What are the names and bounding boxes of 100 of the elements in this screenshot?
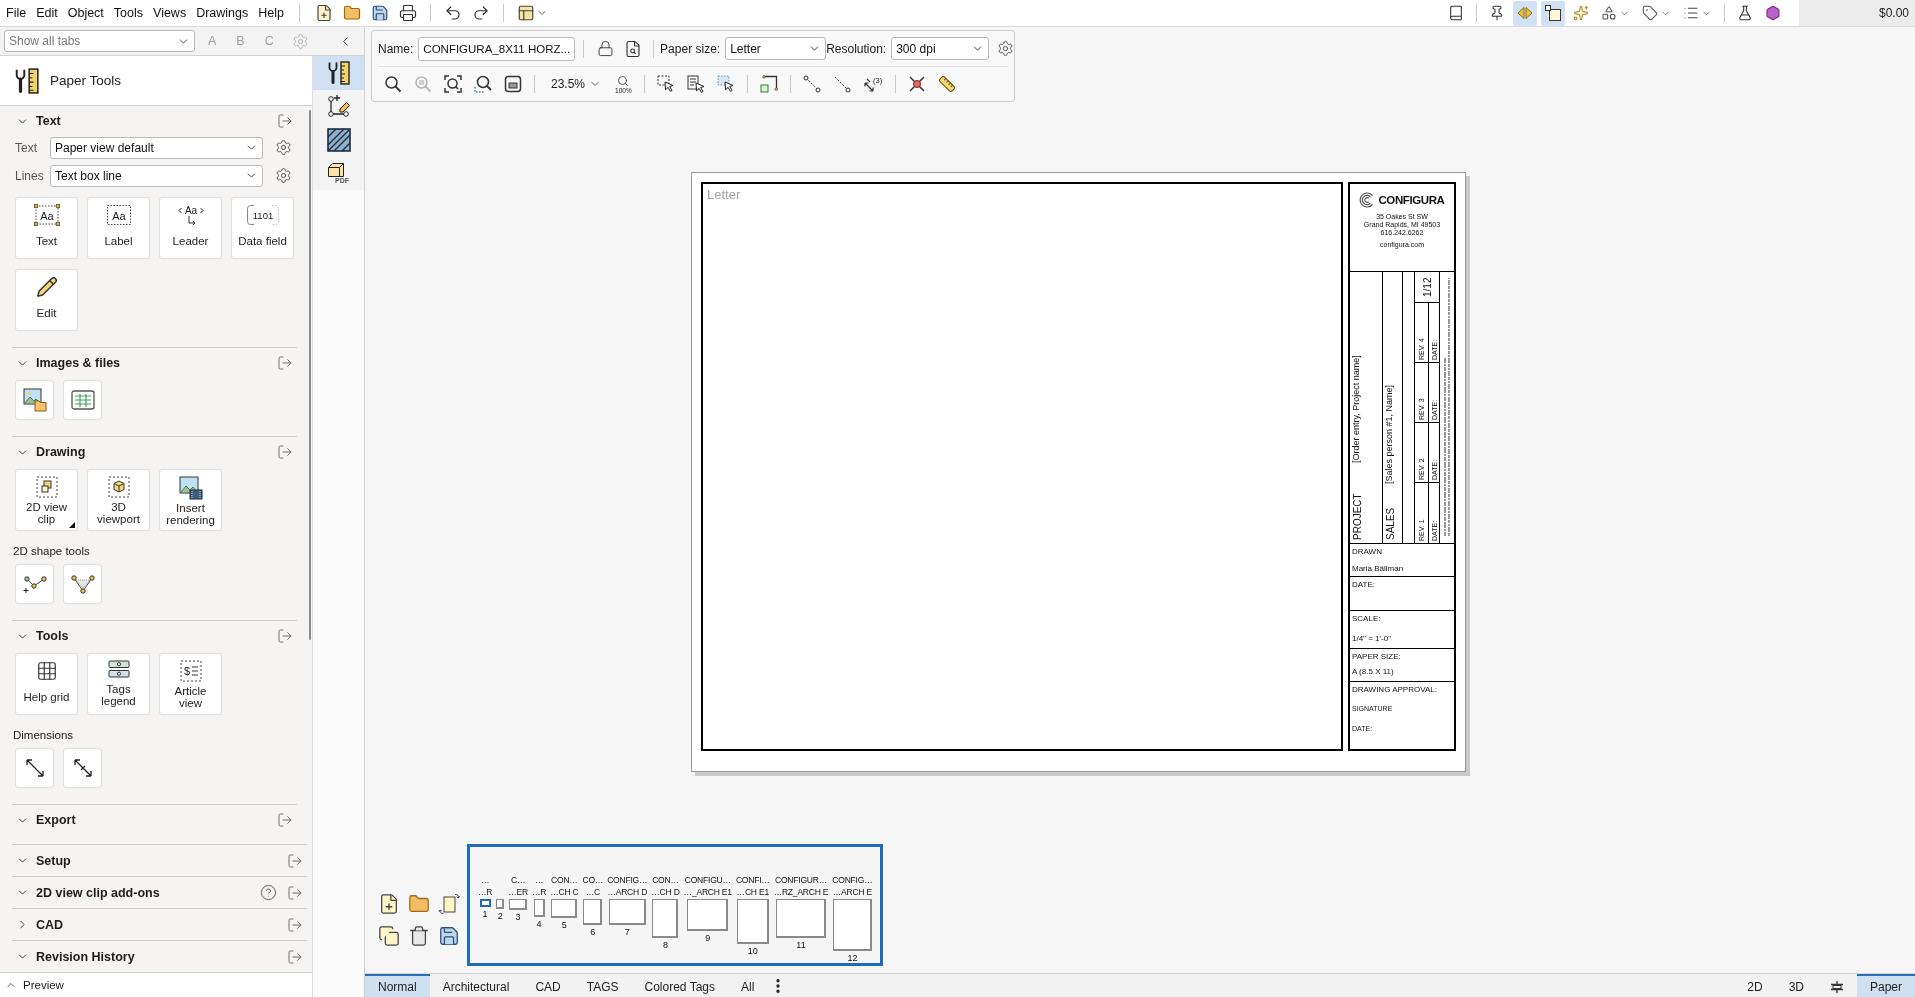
shapes-icon[interactable]	[1601, 5, 1617, 21]
preview-title[interactable]: Preview	[23, 979, 64, 991]
panel-layout-icon[interactable]	[517, 4, 535, 22]
paper-tools-tab[interactable]	[313, 56, 364, 90]
sheet-tab[interactable]: Colored Tags	[631, 974, 728, 997]
text-tool-button[interactable]: Aa Text	[15, 197, 78, 259]
section-title[interactable]: Setup	[36, 853, 71, 868]
sheet-thumbnail[interactable]	[509, 899, 528, 910]
sheet-tab[interactable]: All	[728, 974, 768, 997]
style-dropdown[interactable]: Paper view default	[50, 136, 263, 159]
new-file-icon[interactable]	[378, 893, 400, 915]
redo-arrow-icon[interactable]	[472, 4, 490, 22]
scale-frame-icon[interactable]	[759, 75, 778, 93]
paper-size-dropdown[interactable]: Letter	[725, 37, 827, 60]
draw-points-tab[interactable]	[313, 89, 364, 123]
dashed-line-endpoint-icon[interactable]	[832, 75, 851, 93]
hexagon-icon[interactable]	[1765, 5, 1781, 21]
sheet-thumbnail[interactable]	[551, 899, 578, 918]
dotted-select-pointer-icon[interactable]	[716, 75, 735, 93]
ruler-icon[interactable]	[937, 75, 956, 93]
section-title[interactable]: Text	[36, 114, 61, 128]
view-tab[interactable]: 2D	[1734, 974, 1776, 997]
frame-corner-icon[interactable]	[1545, 5, 1561, 21]
leader-tool-button[interactable]: Aa Leader	[159, 197, 222, 259]
menu-item[interactable]: File	[1, 6, 32, 20]
sheet-thumbnail[interactable]	[608, 899, 646, 925]
pop-out-icon[interactable]	[287, 916, 303, 933]
undo-arrow-icon[interactable]	[444, 4, 462, 22]
section-title[interactable]: Images & files	[36, 356, 121, 370]
dashed-select-pointer-icon[interactable]	[656, 75, 675, 93]
sheet-thumbnail[interactable]	[736, 899, 769, 944]
section-title[interactable]: Revision History	[36, 949, 135, 964]
page-magnifier-icon[interactable]	[624, 39, 643, 58]
line-endpoints-icon[interactable]	[802, 75, 821, 93]
window-icon[interactable]	[504, 75, 522, 93]
menu-item[interactable]: Drawings	[191, 6, 254, 20]
sheet-thumbnail[interactable]	[687, 899, 729, 931]
cross-dot-icon[interactable]	[907, 75, 926, 93]
label-tool-button[interactable]: Aa Label	[87, 197, 150, 259]
edit-tool-button[interactable]: Edit	[15, 269, 78, 331]
mirror-triangles-icon[interactable]	[1517, 6, 1533, 20]
viewport-tool-button[interactable]: 3D viewport	[87, 469, 150, 531]
settings-icon[interactable]	[997, 40, 1015, 57]
folder-icon[interactable]	[343, 4, 361, 22]
style-dropdown[interactable]: Text box line	[50, 164, 263, 187]
sheet-thumbnail[interactable]	[832, 899, 872, 951]
section-title[interactable]: Drawing	[36, 445, 86, 459]
sheet-thumbnail[interactable]	[496, 899, 505, 909]
copy-pages-icon[interactable]	[378, 925, 400, 947]
section-title[interactable]: Export	[36, 813, 76, 827]
tags-tool-button[interactable]: Tags legend	[87, 653, 150, 715]
pop-out-icon[interactable]	[277, 355, 293, 371]
article-tool-button[interactable]: $ Article view	[159, 653, 222, 715]
sheet-thumbnail[interactable]	[775, 899, 826, 938]
dimension-ticks-tool-button[interactable]	[63, 748, 102, 788]
pop-out-icon[interactable]	[287, 948, 303, 965]
settings-icon[interactable]	[275, 167, 292, 184]
new-file-icon[interactable]	[315, 4, 333, 22]
view-tab[interactable]: Paper	[1856, 974, 1915, 997]
help-icon[interactable]	[260, 884, 277, 901]
rendering-tool-button[interactable]: Insert rendering	[159, 469, 222, 531]
page-rotate-icon[interactable]	[438, 893, 460, 915]
name-field[interactable]: CONFIGURA_8X11 HORZ...	[418, 36, 576, 61]
resolution-dropdown[interactable]: 300 dpi	[891, 37, 990, 60]
view-tab[interactable]: 3D	[1775, 974, 1817, 997]
pop-out-icon[interactable]	[287, 852, 303, 869]
data-field-tool-button[interactable]: 1101 Data field	[231, 197, 294, 259]
section-title[interactable]: 2D view clip add-ons	[36, 885, 160, 900]
sheet-tab[interactable]: TAGS	[573, 974, 632, 997]
settings-icon[interactable]	[275, 139, 292, 156]
list-icon[interactable]	[1683, 5, 1699, 21]
menu-item[interactable]: Object	[62, 6, 109, 20]
magnifier-icon[interactable]	[384, 75, 402, 93]
sparkles-icon[interactable]	[1573, 5, 1589, 21]
polyline-tool-button[interactable]	[63, 564, 102, 604]
table-tool-button[interactable]	[63, 380, 102, 420]
book-icon[interactable]	[1448, 5, 1464, 21]
flask-icon[interactable]	[1737, 5, 1753, 21]
sheet-tab[interactable]: Architectural	[429, 974, 523, 997]
menu-item[interactable]: Views	[148, 6, 192, 20]
pop-out-icon[interactable]	[277, 113, 293, 129]
scrollbar-thumb[interactable]	[309, 110, 311, 640]
view-clip-tool-button[interactable]: 2D view clip	[15, 469, 78, 531]
pop-out-icon[interactable]	[277, 444, 293, 460]
lock-icon[interactable]	[597, 40, 615, 57]
dimension-tool-button[interactable]	[15, 748, 54, 788]
sheet-tab[interactable]: CAD	[522, 974, 574, 997]
polyline-add-tool-button[interactable]	[15, 564, 54, 604]
sheet-thumbnail[interactable]	[583, 899, 603, 925]
sheet-tab[interactable]: Normal	[365, 974, 430, 997]
magnifier-frame-icon[interactable]	[444, 75, 462, 93]
grid-tool-button[interactable]: Help grid	[15, 653, 78, 715]
sheet-thumbnail[interactable]	[533, 899, 545, 917]
sheet-thumbnail[interactable]	[652, 899, 679, 938]
pin-icon[interactable]	[1489, 5, 1505, 21]
menu-item[interactable]: Help	[253, 6, 289, 20]
tag-icon[interactable]	[1642, 5, 1658, 21]
section-title[interactable]: Tools	[36, 629, 69, 643]
mirror-tool-button[interactable]	[1513, 0, 1537, 26]
image-tool-button[interactable]	[15, 380, 54, 420]
